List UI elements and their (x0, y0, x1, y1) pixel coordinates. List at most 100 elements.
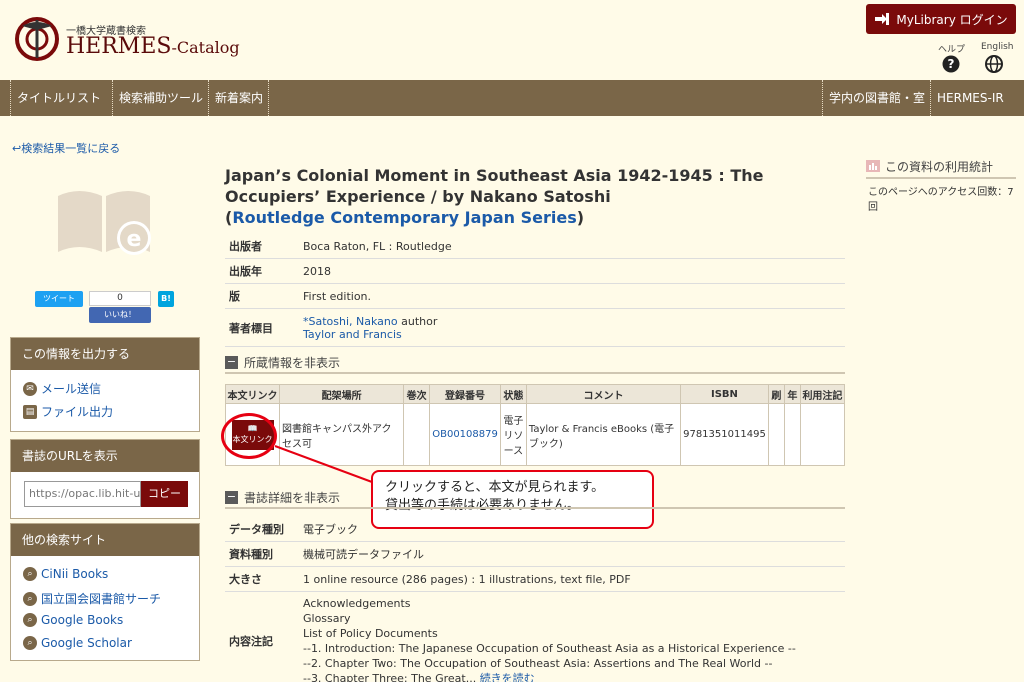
record-title: Japan’s Colonial Moment in Southeast Asi… (225, 166, 764, 227)
publisher-label: 出版者 (225, 234, 299, 259)
location-cell: 図書館キャンパス外アクセス可 (279, 403, 405, 466)
help-label: ヘルプ (938, 45, 966, 55)
output-panel: この情報を出力する ✉ メール送信 ▤ ファイル出力 (10, 337, 200, 432)
return-arrow-icon: ↩ (12, 142, 22, 155)
size-label: 大きさ (225, 566, 299, 592)
reg-no-link[interactable]: OB00108879 (432, 429, 498, 440)
english-label: English (981, 42, 1014, 52)
author-values: *Satoshi, Nakano author Taylor and Franc… (299, 308, 845, 347)
mylibrary-login-button[interactable]: MyLibrary ログイン (866, 4, 1016, 34)
bibliographic-table: 出版者 Boca Raton, FL : Routledge 出版年 2018 版F… (225, 234, 845, 347)
record-url-field[interactable]: https://opac.lib.hit-u (24, 481, 141, 507)
hatena-bookmark-button[interactable]: B! (158, 291, 174, 307)
reg-no-cell: OB00108879 (429, 403, 501, 466)
year-value: 2018 (299, 258, 845, 284)
tweet-button[interactable]: ツイート (35, 291, 83, 307)
author-link-taylor-francis[interactable]: Taylor and Francis (303, 328, 402, 341)
back-to-results-link[interactable]: ↩検索結果一覧に戻る (12, 140, 120, 156)
search-icon: ⌕ (23, 567, 37, 581)
nav-title-list[interactable]: タイトルリスト (10, 80, 107, 116)
nav-campus-libraries[interactable]: 学内の図書館・室 (822, 80, 931, 116)
note-cell (799, 403, 846, 466)
col-isbn: ISBN (680, 384, 769, 404)
highlight-circle (221, 413, 277, 459)
output-panel-title: この情報を出力する (11, 338, 199, 370)
contents-value: Acknowledgements Glossary List of Policy… (299, 591, 845, 682)
usage-stats-header: この資料の利用統計 (866, 155, 1016, 179)
login-label: MyLibrary ログイン (896, 12, 1008, 27)
details-table: データ種別 電子ブック 資料種別 機械可読データファイル 大きさ 1 online r… (225, 517, 845, 682)
series-link[interactable]: Routledge Contemporary Japan Series (232, 208, 576, 227)
email-send-link[interactable]: ✉ メール送信 (23, 380, 101, 397)
chart-icon (866, 160, 880, 172)
access-count-text: このページへのアクセス回数：7回 (868, 187, 1014, 213)
material-type-value: 機械可読データファイル (299, 541, 845, 567)
col-reg-no: 登録番号 (429, 384, 501, 404)
read-more-link[interactable]: 続きを読む (480, 672, 535, 682)
nav-new-arrivals[interactable]: 新着案内 (208, 80, 269, 116)
logo-name: HERMES-Catalog (66, 34, 240, 59)
data-type-value: 電子ブック (299, 517, 845, 542)
collapse-icon[interactable]: − (225, 355, 238, 369)
globe-icon[interactable] (985, 55, 1003, 73)
col-volume: 巻次 (403, 384, 431, 404)
status-cell: 電子リソース (499, 403, 527, 466)
col-location: 配架場所 (279, 384, 405, 404)
file-icon: ▤ (23, 404, 37, 419)
envelope-icon: ✉ (23, 381, 37, 396)
author-link-nakano[interactable]: *Satoshi, Nakano (303, 315, 398, 328)
publisher-value: Boca Raton, FL : Routledge (299, 234, 845, 259)
isbn-cell: 9781351011495 (680, 403, 769, 466)
hermes-logo[interactable]: 一橋大学蔵書検索 HERMES-Catalog (14, 14, 240, 64)
main-nav: タイトルリスト 検索補助ツール 新着案内 学内の図書館・室 HERMES-IR (0, 80, 1024, 116)
search-icon: ⌕ (23, 613, 37, 627)
nav-search-tools[interactable]: 検索補助ツール (112, 80, 209, 116)
print-cell (767, 403, 785, 466)
comment-cell: Taylor & Francis eBooks (電子ブック) (525, 403, 682, 466)
other-search-panel: 他の検索サイト ⌕ CiNii Books ⌕ 国立国会図書館サーチ ⌕ Google… (10, 523, 200, 661)
holdings-table: 本文リンク 配架場所 巻次 登録番号 状態 コメント ISBN 刷 年 利用注記… (224, 384, 846, 466)
svg-text:?: ? (948, 57, 955, 71)
material-type-label: 資料種別 (225, 541, 299, 567)
volume-cell (403, 403, 431, 466)
nav-hermes-ir[interactable]: HERMES-IR (930, 80, 1010, 116)
edition-value: First edition. (299, 283, 845, 309)
data-type-label: データ種別 (225, 517, 299, 542)
author-label: 著者標目 (225, 308, 299, 347)
caduceus-logo-icon (15, 17, 59, 61)
google-books-link[interactable]: ⌕ Google Books (23, 613, 123, 627)
login-icon (875, 13, 890, 25)
copy-url-button[interactable]: コピー (141, 481, 188, 507)
collapse-icon[interactable]: − (225, 490, 238, 504)
search-icon: ⌕ (23, 591, 37, 606)
edition-label: 版 (225, 283, 299, 309)
url-panel-title: 書誌のURLを表示 (11, 440, 199, 472)
col-comment: コメント (525, 384, 682, 404)
year-cell (783, 403, 801, 466)
cinii-books-link[interactable]: ⌕ CiNii Books (23, 567, 108, 581)
like-count: 0 (89, 291, 151, 306)
details-section-header[interactable]: − 書誌詳細を非表示 (225, 487, 845, 509)
col-status: 状態 (499, 384, 527, 404)
search-icon: ⌕ (23, 636, 37, 650)
col-print: 刷 (767, 384, 785, 404)
author-role: author (401, 314, 438, 328)
year-label: 出版年 (225, 258, 299, 284)
help-icon[interactable]: ? (942, 55, 960, 73)
col-fulltext: 本文リンク (224, 384, 281, 404)
google-scholar-link[interactable]: ⌕ Google Scholar (23, 636, 132, 650)
col-year: 年 (783, 384, 801, 404)
ebook-cover-image: e (58, 191, 151, 255)
contents-label: 内容注記 (225, 591, 299, 682)
col-note: 利用注記 (799, 384, 846, 404)
holdings-section-header[interactable]: − 所蔵情報を非表示 (225, 352, 845, 374)
other-search-title: 他の検索サイト (11, 524, 199, 556)
ndl-search-link[interactable]: ⌕ 国立国会図書館サーチ (23, 590, 161, 607)
facebook-like-widget: 0 いいね！ (89, 291, 151, 323)
file-export-link[interactable]: ▤ ファイル出力 (23, 403, 113, 420)
svg-text:e: e (127, 227, 142, 252)
like-button[interactable]: いいね！ (89, 307, 151, 323)
url-panel: 書誌のURLを表示 https://opac.lib.hit-u コピー (10, 439, 200, 519)
nav-divider (268, 80, 269, 116)
table-row: 📖 本文リンク 図書館キャンパス外アクセス可 OB00108879 電子リソース … (224, 403, 846, 466)
